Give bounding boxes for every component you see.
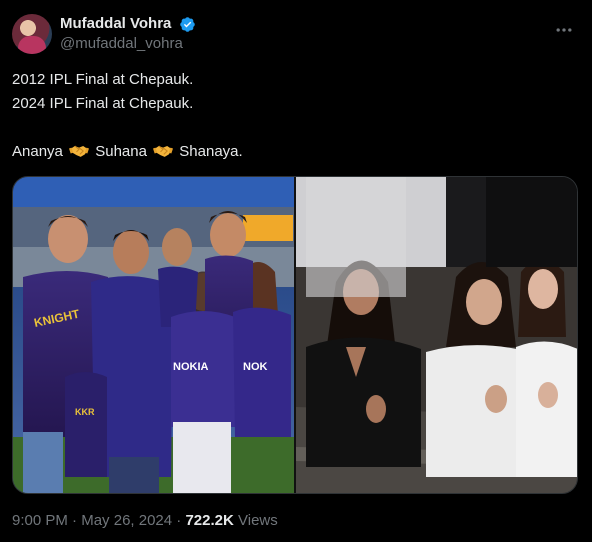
views-count: 722.2K (185, 512, 234, 529)
meta-dot: · (72, 512, 78, 529)
photo-2024[interactable] (296, 177, 577, 493)
more-dots-icon[interactable] (552, 18, 576, 42)
tweet-line-1: 2012 IPL Final at Chepauk. (12, 71, 194, 88)
avatar[interactable] (12, 14, 52, 54)
meta-dot: · (176, 512, 182, 529)
tweet[interactable]: Mufaddal Vohra @mufaddal_vohra 2012 IPL … (0, 0, 592, 542)
views-label: Views (238, 512, 278, 529)
tweet-text: 2012 IPL Final at Chepauk. 2024 IPL Fina… (12, 68, 578, 164)
photo-2012[interactable]: KNIGHT KKR NOKIA NOK (13, 177, 294, 493)
tweet-names-line: Ananya Suhana Shanaya. (12, 140, 578, 164)
tweet-line-2: 2024 IPL Final at Chepauk. (12, 95, 194, 112)
photo-2024-illustration (296, 177, 577, 493)
jersey-logo: NOKIA (173, 361, 209, 373)
tweet-header: Mufaddal Vohra @mufaddal_vohra (12, 12, 580, 56)
author-names: Mufaddal Vohra @mufaddal_vohra (60, 14, 196, 54)
name-suhana: Suhana (95, 143, 147, 160)
jersey-logo-2: NOK (243, 361, 268, 373)
handshake-icon (153, 145, 174, 157)
handshake-icon (69, 145, 90, 157)
tweet-meta: 9:00 PM · May 26, 2024 · 722.2K Views (12, 510, 278, 532)
tweet-time[interactable]: 9:00 PM (12, 512, 68, 529)
author-display-name[interactable]: Mufaddal Vohra (60, 14, 171, 34)
name-ananya: Ananya (12, 143, 63, 160)
verified-badge-icon (180, 16, 195, 32)
author-handle[interactable]: @mufaddal_vohra (60, 34, 196, 54)
photo-2012-illustration: KNIGHT KKR NOKIA NOK (13, 177, 294, 493)
name-shanaya: Shanaya. (179, 143, 243, 160)
svg-text:KKR: KKR (75, 407, 95, 417)
tweet-date[interactable]: May 26, 2024 (81, 512, 172, 529)
tweet-media[interactable]: KNIGHT KKR NOKIA NOK (12, 176, 578, 494)
